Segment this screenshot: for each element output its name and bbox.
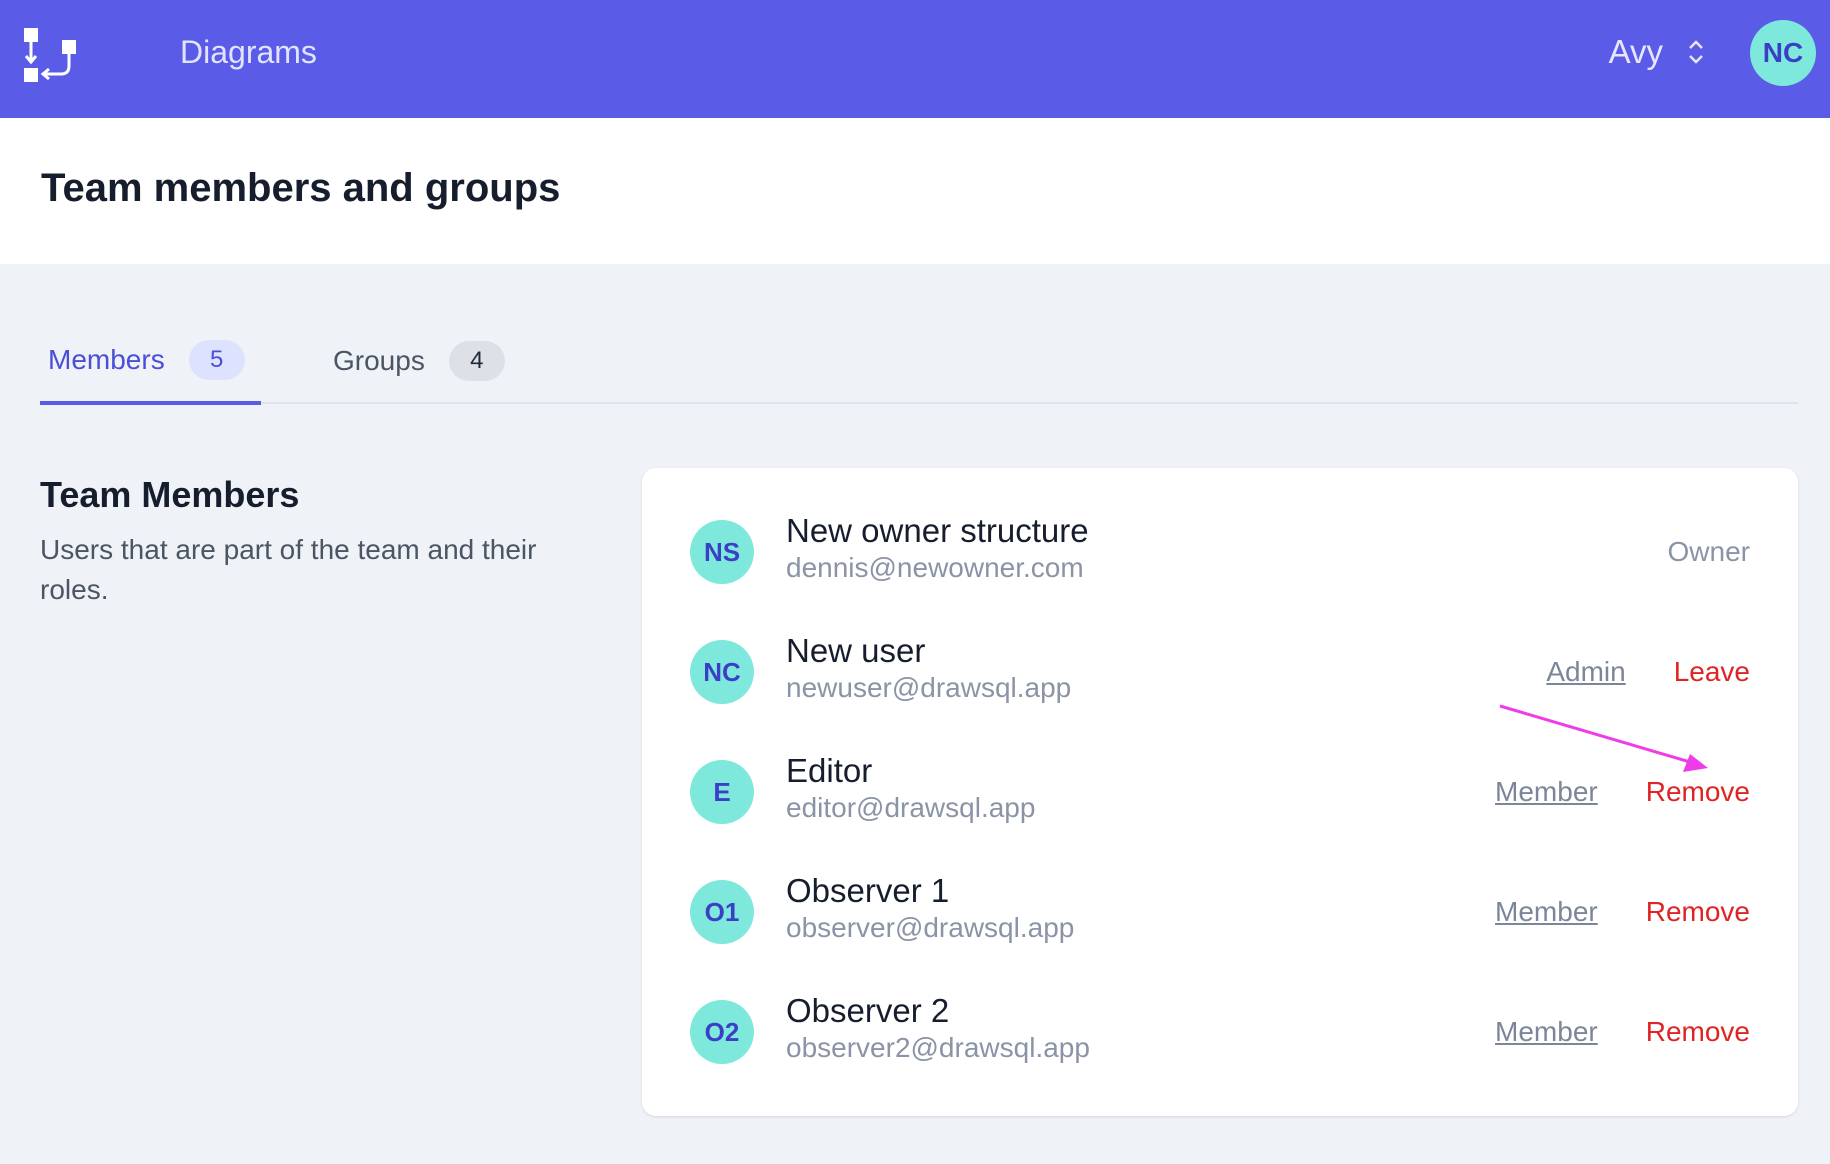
tab-groups-count-badge: 4 [448, 341, 505, 381]
member-actions: Member Remove [1495, 1012, 1750, 1052]
member-name: New owner structure [786, 512, 1089, 549]
member-email: observer2@drawsql.app [786, 1032, 1090, 1063]
member-row: NC New user newuser@drawsql.app Admin Le… [642, 588, 1798, 708]
tab-bar: Members 5 Groups 4 [40, 318, 1798, 405]
member-name: Editor [786, 752, 873, 789]
tab-groups[interactable]: Groups 4 [333, 318, 505, 404]
section-title: Team Members [40, 474, 300, 515]
member-avatar: O2 [690, 1000, 754, 1064]
tab-groups-label: Groups [333, 345, 425, 376]
member-email: newuser@drawsql.app [786, 672, 1072, 703]
user-avatar-button[interactable]: NC [1750, 20, 1816, 86]
top-navigation-bar: Diagrams Avy NC [0, 0, 1830, 118]
member-role-link[interactable]: Admin [1546, 656, 1625, 688]
member-actions: Admin Leave [1546, 652, 1750, 692]
member-email: dennis@newowner.com [786, 552, 1084, 583]
member-row: E Editor editor@drawsql.app Member Remov… [642, 708, 1798, 828]
remove-member-button[interactable]: Remove [1646, 776, 1750, 808]
nav-diagrams-link[interactable]: Diagrams [180, 0, 317, 104]
page-title: Team members and groups [41, 166, 561, 210]
member-row: O2 Observer 2 observer2@drawsql.app Memb… [642, 948, 1798, 1068]
team-name: Avy [1608, 33, 1663, 70]
page-header: Team members and groups [0, 118, 1830, 264]
remove-member-button[interactable]: Remove [1646, 896, 1750, 928]
section-description: Users that are part of the team and thei… [40, 534, 537, 605]
tab-members-label: Members [48, 343, 165, 375]
remove-member-button[interactable]: Remove [1646, 1016, 1750, 1048]
member-actions: Member Remove [1495, 772, 1750, 812]
member-name: Observer 1 [786, 872, 950, 909]
member-row: NS New owner structure dennis@newowner.c… [642, 468, 1798, 588]
member-role-link[interactable]: Member [1495, 1016, 1598, 1048]
member-role-link[interactable]: Member [1495, 776, 1598, 808]
member-avatar: E [690, 760, 754, 824]
member-email: observer@drawsql.app [786, 912, 1075, 943]
tab-members[interactable]: Members 5 [40, 318, 261, 405]
members-card: NS New owner structure dennis@newowner.c… [642, 468, 1798, 1116]
member-name: New user [786, 632, 926, 669]
team-switcher[interactable]: Avy [1609, 0, 1705, 104]
member-actions: Member Remove [1495, 892, 1750, 932]
member-email: editor@drawsql.app [786, 792, 1036, 823]
diagram-flow-icon[interactable] [20, 24, 82, 86]
member-avatar: NS [690, 520, 754, 584]
member-avatar: NC [690, 640, 754, 704]
member-role-link[interactable]: Member [1495, 896, 1598, 928]
member-name: Observer 2 [786, 992, 950, 1029]
member-avatar: O1 [690, 880, 754, 944]
leave-team-button[interactable]: Leave [1674, 656, 1750, 688]
member-row: O1 Observer 1 observer@drawsql.app Membe… [642, 828, 1798, 948]
member-role-label: Owner [1667, 536, 1750, 567]
member-actions: Owner [1668, 532, 1750, 572]
chevron-up-down-icon [1689, 40, 1703, 64]
tab-members-count-badge: 5 [188, 339, 245, 380]
